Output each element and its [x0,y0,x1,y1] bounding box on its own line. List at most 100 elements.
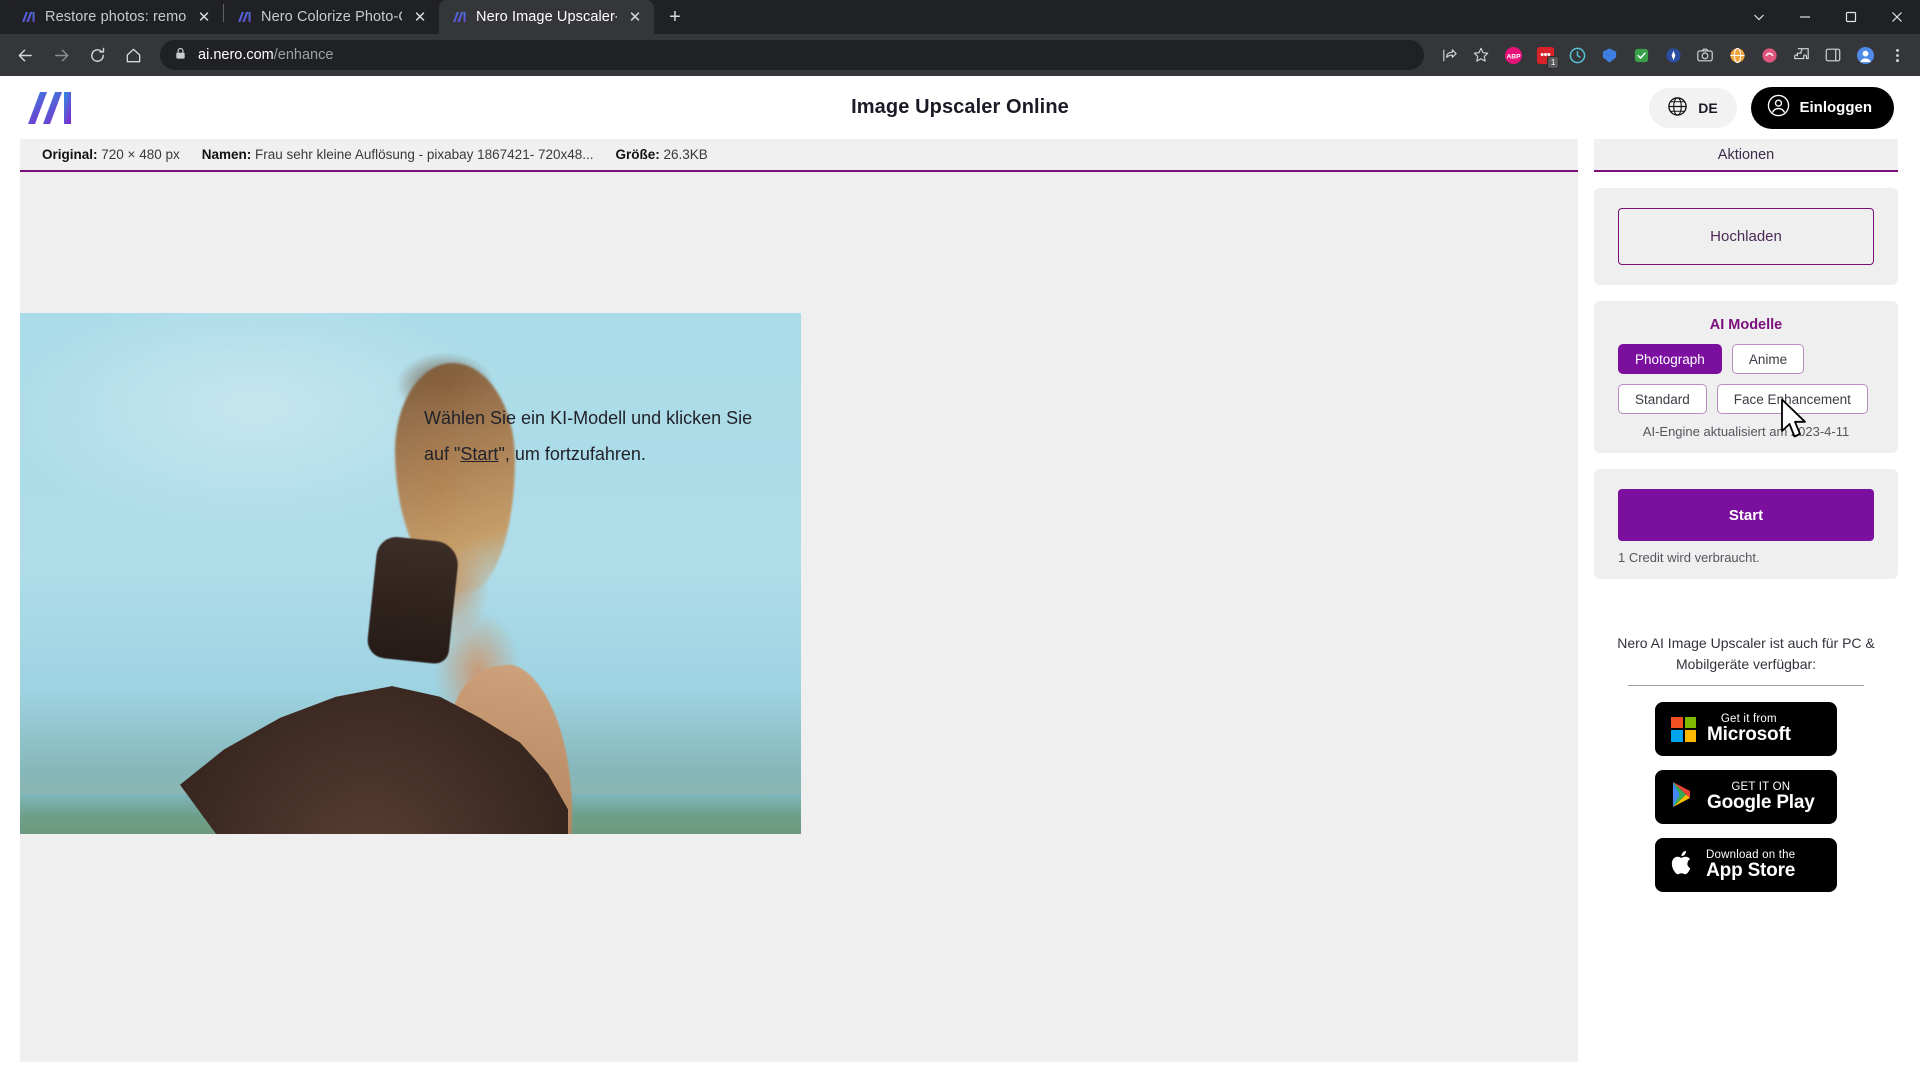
extension-badge-count: 1 [1547,56,1559,69]
extension-darkblue-icon[interactable] [1658,40,1688,70]
workspace: Original: 720 × 480 px Namen: Frau sehr … [0,139,1580,1080]
size-label: Größe: [615,147,660,162]
extension-teal-icon[interactable] [1562,40,1592,70]
toolbar-icons: ABP 1 [1434,40,1912,70]
upload-button[interactable]: Hochladen [1618,208,1874,265]
close-window-icon[interactable] [1874,0,1920,34]
extension-globe-icon[interactable] [1722,40,1752,70]
actions-title: Aktionen [1594,139,1898,172]
nero-ai-favicon [20,9,36,25]
badge-big-text: Microsoft [1707,724,1791,746]
image-canvas[interactable]: Wählen Sie ein KI-Modell und klicken Sie… [20,172,1578,1062]
extension-blue-icon[interactable] [1594,40,1624,70]
adblock-plus-icon[interactable]: ABP [1498,40,1528,70]
extension-green-icon[interactable] [1626,40,1656,70]
side-panel-icon[interactable] [1818,40,1848,70]
upload-panel: Hochladen [1594,188,1898,285]
actions-sidebar: Aktionen Hochladen AI Modelle Photograph… [1580,139,1920,1080]
promo-text: Nero AI Image Upscaler ist auch für PC &… [1600,633,1892,675]
name-label: Namen: [201,147,252,162]
login-button[interactable]: Einloggen [1750,86,1894,129]
model-chip-face-enhancement[interactable]: Face Enhancement [1716,384,1868,414]
microsoft-store-badge[interactable]: Get it from Microsoft [1655,702,1837,756]
size-value: 26.3KB [663,147,708,162]
chevron-down-icon[interactable] [1736,0,1782,34]
model-chip-standard[interactable]: Standard [1618,384,1707,414]
user-circle-icon [1767,94,1790,121]
svg-text:ABP: ABP [1506,53,1521,60]
extension-pink-icon[interactable] [1754,40,1784,70]
browser-tab-3-active[interactable]: Nero Image Upscaler--Free Phot ✕ [439,0,654,34]
hint-line-2: auf "Start", um fortzufahren. [424,436,754,472]
lock-icon [174,47,187,64]
new-tab-button[interactable]: + [660,2,690,32]
profile-icon[interactable] [1850,40,1880,70]
photo-top [365,535,461,665]
hint-line-1: Wählen Sie ein KI-Modell und klicken Sie [424,408,753,428]
credit-note: 1 Credit wird verbraucht. [1618,550,1760,565]
page-title: Image Upscaler Online [851,96,1069,118]
model-row-2: Standard Face Enhancement [1618,384,1874,414]
ai-models-panel: AI Modelle Photograph Anime Standard Fac… [1594,301,1898,453]
source-photo[interactable] [20,313,801,834]
maximize-icon[interactable] [1828,0,1874,34]
nero-ai-favicon [451,9,467,25]
nero-ai-logo[interactable] [26,88,82,128]
language-selector[interactable]: DE [1648,87,1737,128]
window-controls [1736,0,1920,34]
canvas-hint: Wählen Sie ein KI-Modell und klicken Sie… [424,400,754,472]
back-arrow-icon[interactable] [8,38,42,72]
hint-start-link[interactable]: Start [460,444,498,464]
home-icon[interactable] [116,38,150,72]
bookmark-star-icon[interactable] [1466,40,1496,70]
browser-toolbar: ai.nero.com/enhance ABP 1 [0,34,1920,76]
start-button[interactable]: Start [1618,489,1874,541]
camera-icon[interactable] [1690,40,1720,70]
login-label: Einloggen [1799,99,1873,116]
model-row-1: Photograph Anime [1618,344,1874,374]
app-store-badge[interactable]: Download on the App Store [1655,838,1837,892]
url-host: ai.nero.com [198,47,274,63]
original-info: Original: 720 × 480 px [42,147,180,162]
hint-suffix: ", um fortzufahren. [498,444,646,464]
image-info-bar: Original: 720 × 480 px Namen: Frau sehr … [20,139,1578,172]
minimize-icon[interactable] [1782,0,1828,34]
promo-line-1: Nero AI Image Upscaler ist auch für PC & [1617,635,1875,651]
tab-strip: Restore photos: remove scratche ✕ Nero C… [0,0,1920,34]
start-panel: Start 1 Credit wird verbraucht. [1594,469,1898,579]
google-play-badge[interactable]: GET IT ON Google Play [1655,770,1837,824]
promo-section: Nero AI Image Upscaler ist auch für PC &… [1594,633,1898,906]
globe-icon [1667,96,1688,120]
microsoft-icon [1671,716,1696,742]
share-icon[interactable] [1434,40,1464,70]
site-header: Image Upscaler Online DE Einloggen [0,76,1920,139]
name-value: Frau sehr kleine Auflösung - pixabay 186… [255,147,594,162]
nero-ai-favicon [236,9,252,25]
ai-engine-note: AI-Engine aktualisiert am 2023-4-11 [1642,424,1850,439]
badge-big-text: Google Play [1707,792,1815,814]
url-path: /enhance [273,47,334,63]
close-icon[interactable]: ✕ [411,8,429,26]
browser-window: Restore photos: remove scratche ✕ Nero C… [0,0,1920,1080]
reload-icon[interactable] [80,38,114,72]
badge-big-text: App Store [1706,860,1796,882]
header-actions: DE Einloggen [1648,86,1894,129]
browser-tab-2[interactable]: Nero Colorize Photo-Colorize Yo ✕ [224,0,439,34]
tab-title: Nero Image Upscaler--Free Phot [476,9,617,25]
tab-title: Restore photos: remove scratche [45,9,186,25]
puzzle-icon[interactable] [1786,40,1816,70]
page-content: Image Upscaler Online DE Einloggen Origi… [0,76,1920,1080]
original-value: 720 × 480 px [101,147,180,162]
extension-red-icon[interactable]: 1 [1530,40,1560,70]
close-icon[interactable]: ✕ [626,8,644,26]
address-bar[interactable]: ai.nero.com/enhance [160,40,1424,70]
model-chip-photograph[interactable]: Photograph [1618,344,1722,374]
browser-tab-1[interactable]: Restore photos: remove scratche ✕ [8,0,223,34]
menu-icon[interactable] [1882,40,1912,70]
promo-divider [1628,685,1864,686]
forward-arrow-icon[interactable] [44,38,78,72]
google-play-icon [1671,781,1696,813]
model-chip-anime[interactable]: Anime [1731,344,1805,374]
body-area: Original: 720 × 480 px Namen: Frau sehr … [0,139,1920,1080]
close-icon[interactable]: ✕ [195,8,213,26]
